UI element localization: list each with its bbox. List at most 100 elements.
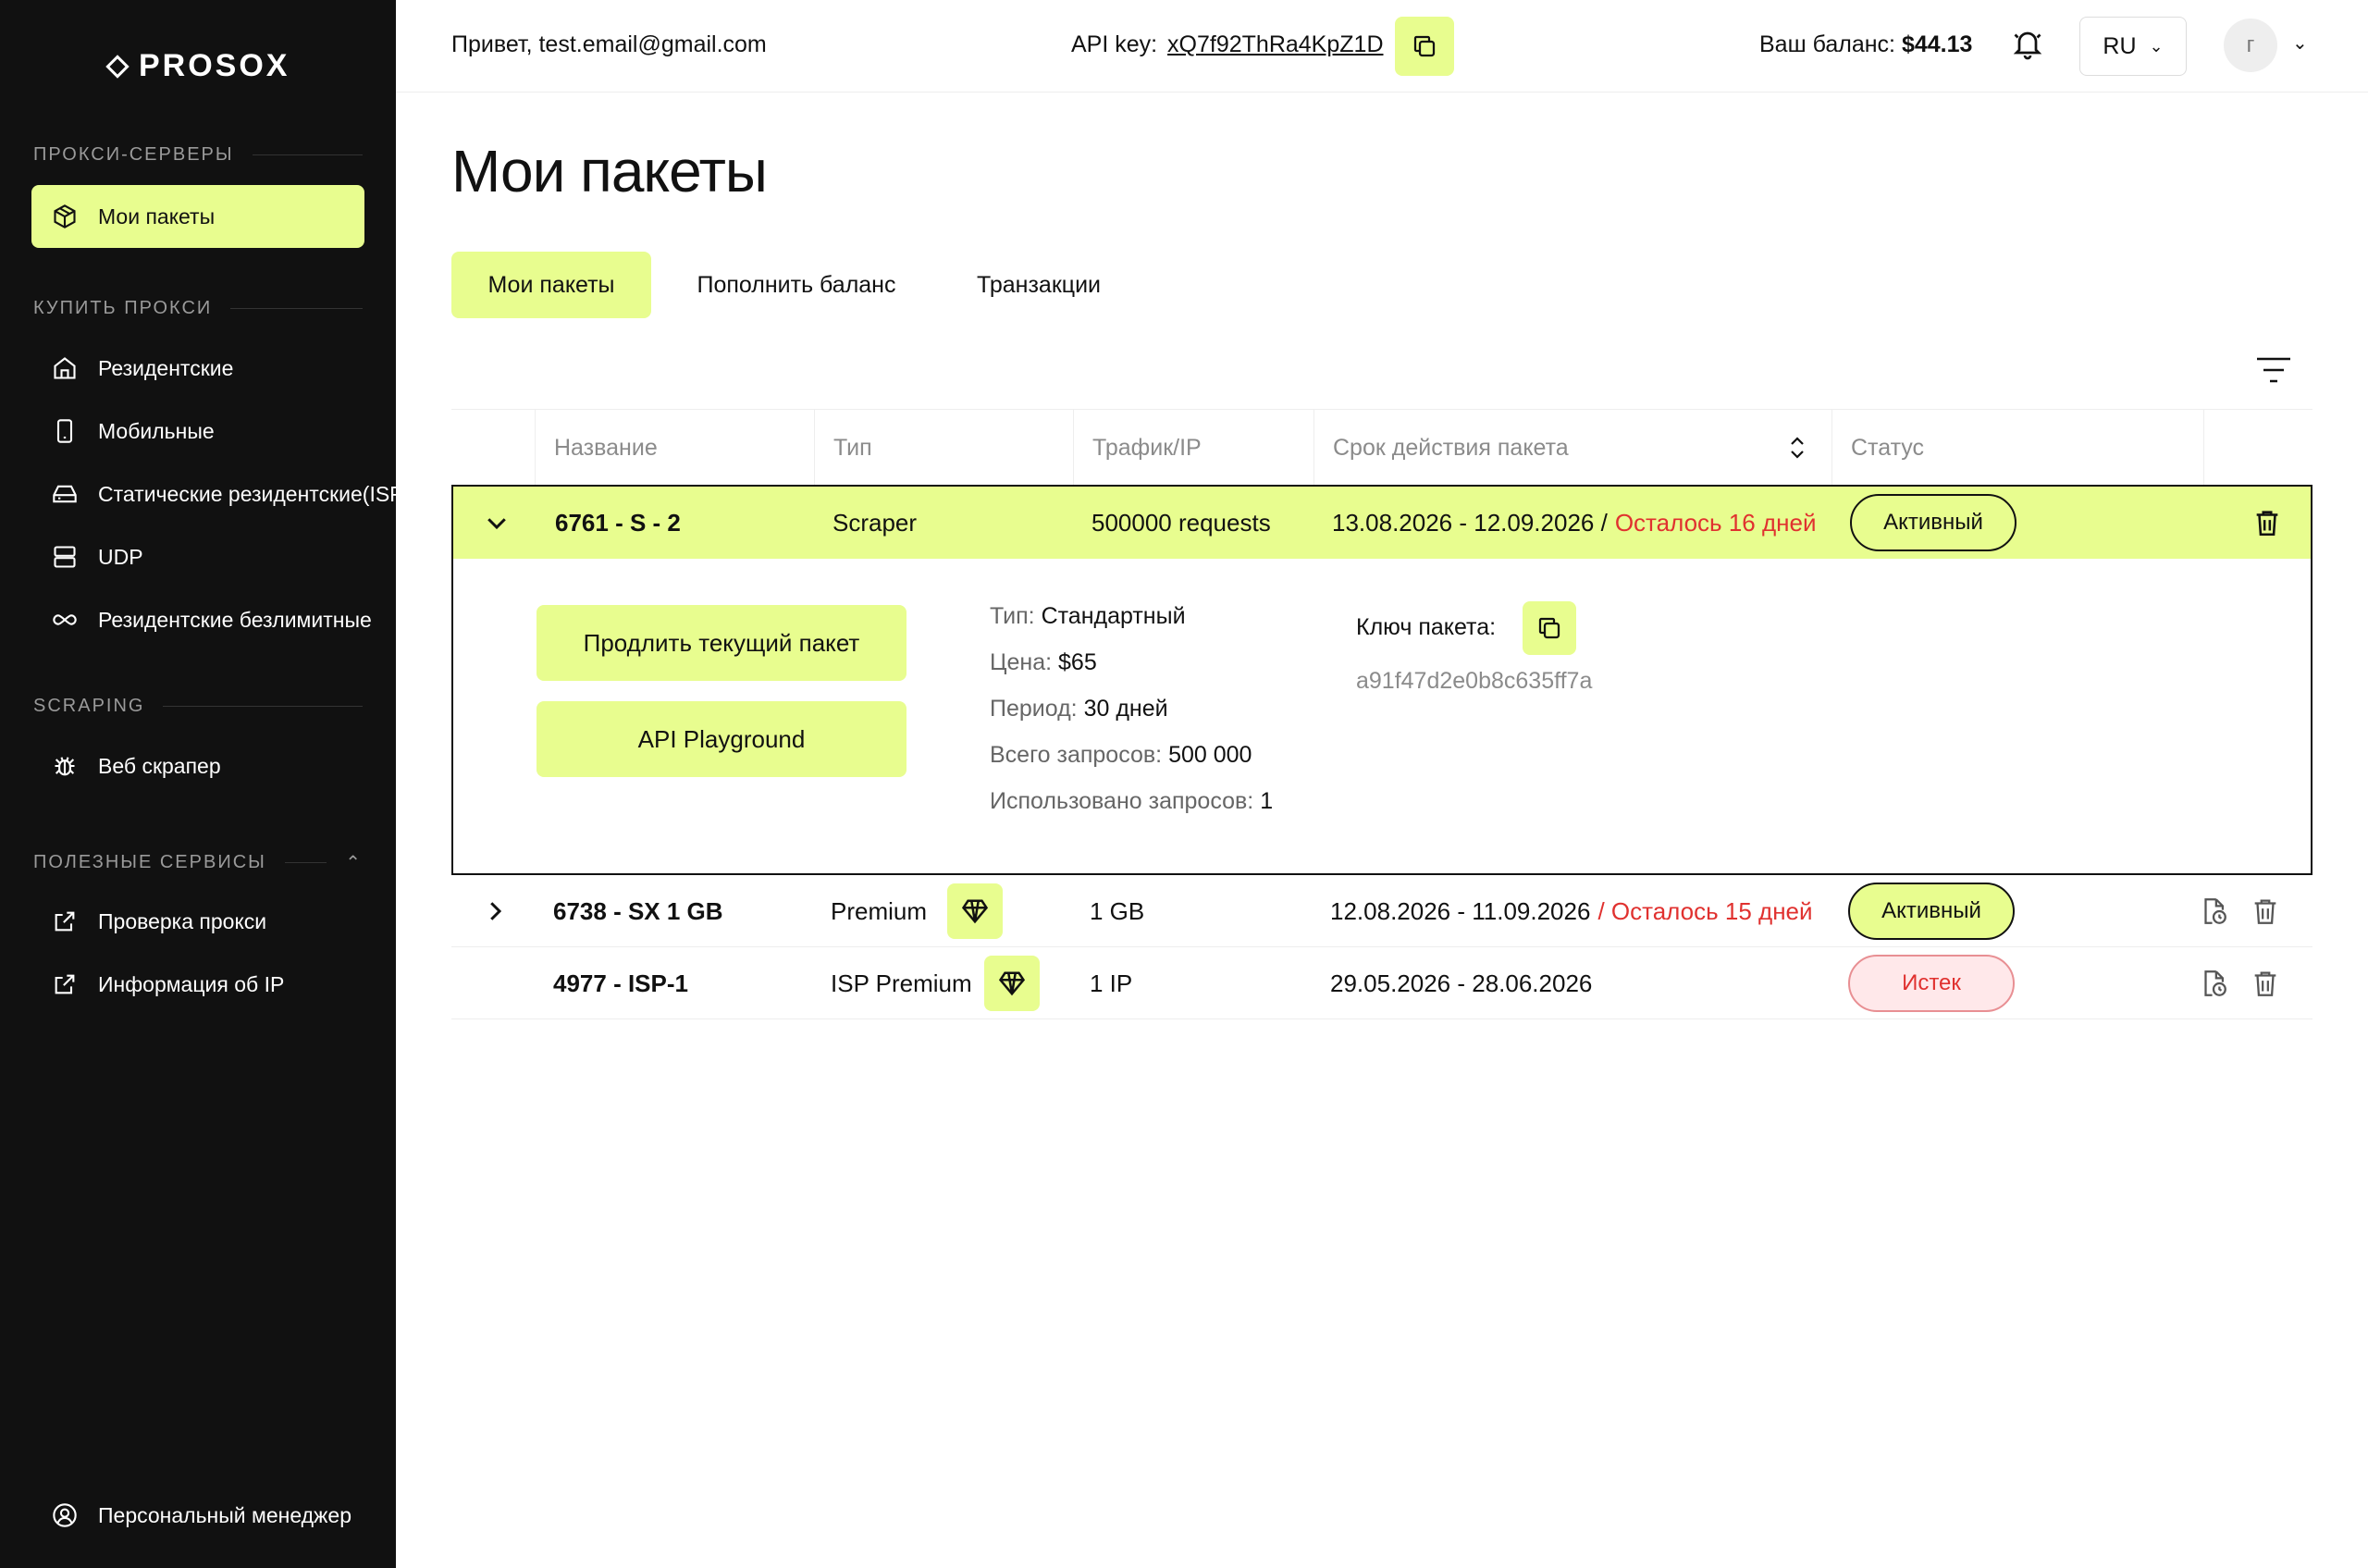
detail-value: Стандартный: [1041, 603, 1186, 629]
file-history-icon[interactable]: [2198, 895, 2229, 927]
row-period: 12.08.2026 - 11.09.2026/ Осталось 15 дне…: [1330, 875, 1813, 947]
section-divider: [284, 862, 327, 863]
avatar[interactable]: г: [2224, 19, 2277, 72]
tab-my-packages[interactable]: Мои пакеты: [451, 252, 651, 318]
sidebar-item-mobile[interactable]: Мобильные: [31, 400, 364, 463]
trash-icon[interactable]: [2251, 507, 2283, 538]
api-key-display: API key: xQ7f92ThRa4KpZ1D: [1071, 31, 1384, 58]
user-circle-icon: [52, 1502, 78, 1528]
row-name: 6761 - S - 2: [555, 508, 681, 537]
column-header-name: Название: [535, 410, 814, 486]
sidebar-item-ip-info[interactable]: Информация об IP: [31, 953, 364, 1016]
table-header: Название Тип Трафик/IP Срок действия пак…: [451, 409, 2312, 486]
package-key-label: Ключ пакета:: [1356, 614, 1497, 640]
infinity-icon: [52, 607, 78, 633]
copy-package-key-button[interactable]: [1523, 601, 1576, 655]
sidebar-item-label: Мобильные: [98, 418, 215, 443]
filter-icon[interactable]: [2255, 355, 2292, 385]
detail-label: Использовано запросов:: [990, 788, 1254, 814]
language-value: RU: [2103, 32, 2137, 59]
sidebar-item-web-scraper[interactable]: Веб скрапер: [31, 735, 364, 797]
chevron-up-icon[interactable]: ⌃: [345, 851, 363, 874]
copy-icon: [1538, 617, 1560, 639]
avatar-letter: г: [2246, 32, 2255, 57]
balance-value: $44.13: [1901, 31, 1973, 57]
api-playground-button[interactable]: API Playground: [536, 701, 906, 777]
package-icon: [52, 204, 78, 229]
column-header-period[interactable]: Срок действия пакета: [1314, 410, 1832, 486]
brand-name: PROSOX: [139, 48, 290, 83]
trash-icon[interactable]: [2250, 895, 2281, 927]
row-traffic: 500000 requests: [1092, 508, 1271, 537]
file-history-icon[interactable]: [2198, 968, 2229, 999]
external-link-icon: [52, 908, 78, 934]
chevron-down-icon[interactable]: [483, 509, 511, 537]
table-row-expanded: 6761 - S - 2 Scraper 500000 requests 13.…: [451, 485, 2312, 875]
tab-transactions[interactable]: Транзакции: [953, 252, 1125, 318]
sidebar-item-residential[interactable]: Резидентские: [31, 337, 364, 400]
language-select[interactable]: RU ⌄: [2079, 17, 2187, 76]
section-divider: [252, 154, 363, 155]
sort-icon[interactable]: [1789, 436, 1806, 460]
row-type: ISP Premium: [831, 969, 972, 997]
sidebar-item-label: Информация об IP: [98, 971, 285, 996]
column-header-traffic: Трафик/IP: [1073, 410, 1314, 486]
sidebar-item-personal-manager[interactable]: Персональный менеджер: [31, 1484, 364, 1547]
sidebar-item-proxy-check[interactable]: Проверка прокси: [31, 890, 364, 953]
diamond-icon: [998, 971, 1026, 996]
greeting-text: Привет, test.email@gmail.com: [451, 31, 767, 57]
trash-icon[interactable]: [2250, 968, 2281, 999]
row-period-dates: 13.08.2026 - 12.09.2026: [1332, 508, 1595, 537]
row-name: 6738 - SX 1 GB: [553, 896, 723, 925]
sidebar-item-label: Резидентские: [98, 355, 234, 380]
row-period: 29.05.2026 - 28.06.2026: [1330, 947, 1592, 1019]
extend-package-button[interactable]: Продлить текущий пакет: [536, 605, 906, 681]
detail-used-requests: Использовано запросов: 1: [990, 788, 1273, 815]
section-title-proxy-servers: ПРОКСИ-СЕРВЕРЫ: [33, 144, 363, 166]
detail-label: Цена:: [990, 649, 1053, 675]
table-row[interactable]: 6738 - SX 1 GB Premium 1 GB 12.08.2026 -…: [451, 875, 2312, 947]
sidebar-item-static-isp[interactable]: Статические резидентские(ISP): [31, 463, 411, 525]
section-divider: [230, 308, 363, 309]
section-divider: [163, 706, 363, 707]
detail-label: Тип:: [990, 603, 1035, 629]
sidebar-item-residential-unlimited[interactable]: Резидентские безлимитные: [31, 588, 372, 651]
row-type: Scraper: [832, 508, 918, 537]
row-period-separator: /: [1600, 508, 1608, 537]
section-title-useful-services[interactable]: ПОЛЕЗНЫЕ СЕРВИСЫ ⌃: [33, 851, 363, 874]
brand-logo[interactable]: PROSOX: [105, 48, 290, 84]
sidebar-item-label: Веб скрапер: [98, 753, 221, 778]
table-row[interactable]: 6761 - S - 2 Scraper 500000 requests 13.…: [453, 487, 2311, 559]
sidebar-item-my-packages[interactable]: Мои пакеты: [31, 185, 364, 248]
sidebar-item-udp[interactable]: UDP: [31, 525, 364, 588]
row-remaining: Осталось 16 дней: [1614, 508, 1817, 537]
premium-badge: [984, 956, 1040, 1011]
table-row[interactable]: 4977 - ISP-1 ISP Premium 1 IP 29.05.2026…: [451, 947, 2312, 1019]
chevron-down-icon[interactable]: ⌄: [2292, 31, 2308, 55]
section-title-text: ПРОКСИ-СЕРВЕРЫ: [33, 144, 234, 165]
detail-period: Период: 30 дней: [990, 696, 1168, 722]
row-type: Premium: [831, 896, 928, 925]
section-title-text: КУПИТЬ ПРОКСИ: [33, 298, 213, 318]
tab-top-up-balance[interactable]: Пополнить баланс: [679, 252, 914, 318]
chevron-down-icon: ⌄: [2149, 36, 2164, 56]
sidebar-item-label: Персональный менеджер: [98, 1502, 352, 1527]
detail-label: Всего запросов:: [990, 742, 1163, 768]
bell-icon[interactable]: [2011, 28, 2044, 61]
section-title-text: ПОЛЕЗНЫЕ СЕРВИСЫ: [33, 852, 266, 872]
balance-display: Ваш баланс: $44.13: [1759, 31, 1972, 58]
status-badge: Активный: [1848, 883, 2015, 940]
status-badge: Истек: [1848, 955, 2015, 1012]
row-period-dates: 29.05.2026 - 28.06.2026: [1330, 969, 1593, 997]
detail-value: $65: [1058, 649, 1097, 675]
api-key-value[interactable]: xQ7f92ThRa4KpZ1D: [1167, 31, 1383, 57]
section-title-buy-proxy: КУПИТЬ ПРОКСИ: [33, 298, 363, 319]
page-title: Мои пакеты: [451, 138, 768, 204]
row-period-dates: 12.08.2026 - 11.09.2026: [1330, 896, 1591, 925]
package-key-value[interactable]: a91f47d2e0b8c635ff7a: [1356, 668, 1592, 695]
sidebar: PROSOX ПРОКСИ-СЕРВЕРЫ Мои пакеты КУПИТЬ …: [0, 0, 411, 1568]
copy-api-key-button[interactable]: [1395, 17, 1454, 76]
detail-type: Тип: Стандартный: [990, 603, 1186, 630]
chevron-right-icon[interactable]: [481, 897, 509, 925]
bug-icon: [52, 753, 78, 779]
